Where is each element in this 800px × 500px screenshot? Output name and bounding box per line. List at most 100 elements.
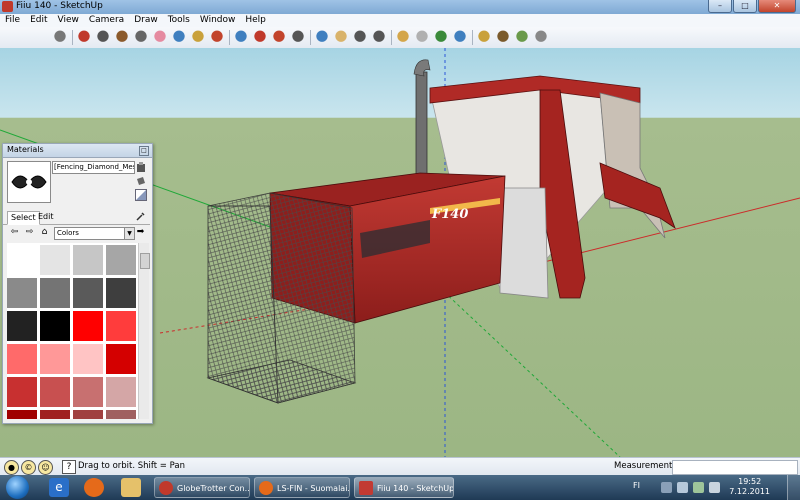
share-model-icon[interactable] xyxy=(433,29,449,45)
material-swatch[interactable] xyxy=(7,377,37,407)
material-swatch[interactable] xyxy=(7,245,37,275)
create-material-icon[interactable] xyxy=(135,161,147,173)
material-swatch[interactable] xyxy=(40,410,70,419)
menu-camera[interactable]: Camera xyxy=(84,14,129,27)
file-explorer-icon[interactable] xyxy=(121,478,141,497)
firefox-icon[interactable] xyxy=(84,478,104,497)
menu-tools[interactable]: Tools xyxy=(163,14,195,27)
tray-battery-icon[interactable] xyxy=(693,482,704,493)
toggle-terrain-icon[interactable] xyxy=(514,29,530,45)
zoom-icon[interactable] xyxy=(352,29,368,45)
menu-file[interactable]: File xyxy=(0,14,25,27)
close-button[interactable]: ✕ xyxy=(758,0,796,13)
credits-icon[interactable]: © xyxy=(21,460,36,475)
menu-edit[interactable]: Edit xyxy=(25,14,52,27)
menu-draw[interactable]: Draw xyxy=(129,14,163,27)
material-swatch[interactable] xyxy=(106,278,136,308)
material-swatch[interactable] xyxy=(73,278,103,308)
material-swatch[interactable] xyxy=(73,377,103,407)
details-arrow-icon[interactable]: ➡ xyxy=(135,227,146,238)
geo-location-icon[interactable]: ● xyxy=(4,460,19,475)
section-plane-icon[interactable] xyxy=(395,29,411,45)
circle-icon[interactable] xyxy=(114,29,130,45)
default-material-icon[interactable] xyxy=(135,189,147,201)
status-hint: Drag to orbit. Shift = Pan xyxy=(78,461,185,471)
paint-bucket-icon[interactable] xyxy=(171,29,187,45)
tray-arrow-icon[interactable] xyxy=(661,482,672,493)
follow-me-icon[interactable] xyxy=(209,29,225,45)
get-models-icon[interactable] xyxy=(414,29,430,45)
materials-title: Materials xyxy=(7,145,44,154)
material-swatch[interactable] xyxy=(73,245,103,275)
material-swatch[interactable] xyxy=(106,311,136,341)
offset-icon[interactable] xyxy=(271,29,287,45)
material-name-field[interactable]: [Fencing_Diamond_Mesh xyxy=(52,161,135,174)
back-arrow-icon[interactable]: ⇦ xyxy=(9,227,20,238)
rectangle-icon[interactable] xyxy=(95,29,111,45)
material-swatch[interactable] xyxy=(106,377,136,407)
exhaust-cap xyxy=(413,59,431,77)
material-swatch[interactable] xyxy=(7,410,37,419)
rotate-icon[interactable] xyxy=(252,29,268,45)
help-icon[interactable]: ? xyxy=(62,460,76,474)
material-swatch[interactable] xyxy=(73,311,103,341)
material-swatch[interactable] xyxy=(106,344,136,374)
material-swatch[interactable] xyxy=(7,278,37,308)
menu-view[interactable]: View xyxy=(53,14,84,27)
show-desktop-button[interactable] xyxy=(787,475,800,500)
language-indicator[interactable]: FI xyxy=(633,481,640,490)
drawing-viewport[interactable]: F140 Materials □ [Fencing_Diamond_Mesh S xyxy=(0,48,800,457)
components-icon[interactable] xyxy=(476,29,492,45)
material-swatch[interactable] xyxy=(40,377,70,407)
internet-explorer-icon[interactable]: e xyxy=(49,478,69,497)
material-swatch[interactable] xyxy=(7,344,37,374)
task-globetrotter[interactable]: GlobeTrotter Con... xyxy=(154,477,250,498)
get-photo-icon[interactable] xyxy=(533,29,549,45)
arc-icon[interactable] xyxy=(133,29,149,45)
materials-header[interactable]: Materials □ xyxy=(3,144,152,158)
start-button[interactable] xyxy=(6,476,29,499)
material-swatch[interactable] xyxy=(40,344,70,374)
menu-help[interactable]: Help xyxy=(240,14,271,27)
scale-icon[interactable] xyxy=(290,29,306,45)
user-icon[interactable]: ☺ xyxy=(38,460,53,475)
chevron-down-icon: ▼ xyxy=(124,228,134,239)
task-sketchup[interactable]: Fiiu 140 - SketchUp xyxy=(354,477,454,498)
swatch-scrollbar[interactable] xyxy=(138,243,150,419)
material-swatch[interactable] xyxy=(7,311,37,341)
material-swatch[interactable] xyxy=(73,410,103,419)
material-swatch[interactable] xyxy=(40,311,70,341)
tray-network-icon[interactable] xyxy=(677,482,688,493)
add-location-icon[interactable] xyxy=(495,29,511,45)
task-ls-fin[interactable]: LS-FIN - Suomalai... xyxy=(254,477,350,498)
google-earth-icon[interactable] xyxy=(452,29,468,45)
minimize-button[interactable]: – xyxy=(708,0,732,13)
maximize-button[interactable]: □ xyxy=(733,0,757,13)
tray-volume-icon[interactable] xyxy=(709,482,720,493)
material-swatch[interactable] xyxy=(40,278,70,308)
pencil-line-icon[interactable] xyxy=(76,29,92,45)
forward-arrow-icon[interactable]: ⇨ xyxy=(24,227,35,238)
home-icon[interactable]: ⌂ xyxy=(39,227,50,238)
move-icon[interactable] xyxy=(233,29,249,45)
material-swatch[interactable] xyxy=(40,245,70,275)
pan-icon[interactable] xyxy=(333,29,349,45)
library-select[interactable]: Colors ▼ xyxy=(54,227,135,240)
materials-close-button[interactable]: □ xyxy=(139,146,149,156)
sample-paint-icon[interactable] xyxy=(135,175,147,187)
scrollbar-thumb[interactable] xyxy=(140,253,150,269)
select-arrow-icon[interactable] xyxy=(52,29,68,45)
material-swatch[interactable] xyxy=(106,245,136,275)
zoom-extents-icon[interactable] xyxy=(371,29,387,45)
measurements-input[interactable] xyxy=(672,460,798,475)
model-badge: F140 xyxy=(431,207,468,222)
eyedropper-icon[interactable] xyxy=(135,210,147,222)
menu-window[interactable]: Window xyxy=(195,14,241,27)
push-pull-icon[interactable] xyxy=(190,29,206,45)
eraser-icon[interactable] xyxy=(152,29,168,45)
orbit-icon[interactable] xyxy=(314,29,330,45)
clock[interactable]: 19:52 7.12.2011 xyxy=(729,477,770,497)
material-swatch[interactable] xyxy=(106,410,136,419)
material-swatch[interactable] xyxy=(73,344,103,374)
tab-edit[interactable]: Edit xyxy=(35,211,57,223)
